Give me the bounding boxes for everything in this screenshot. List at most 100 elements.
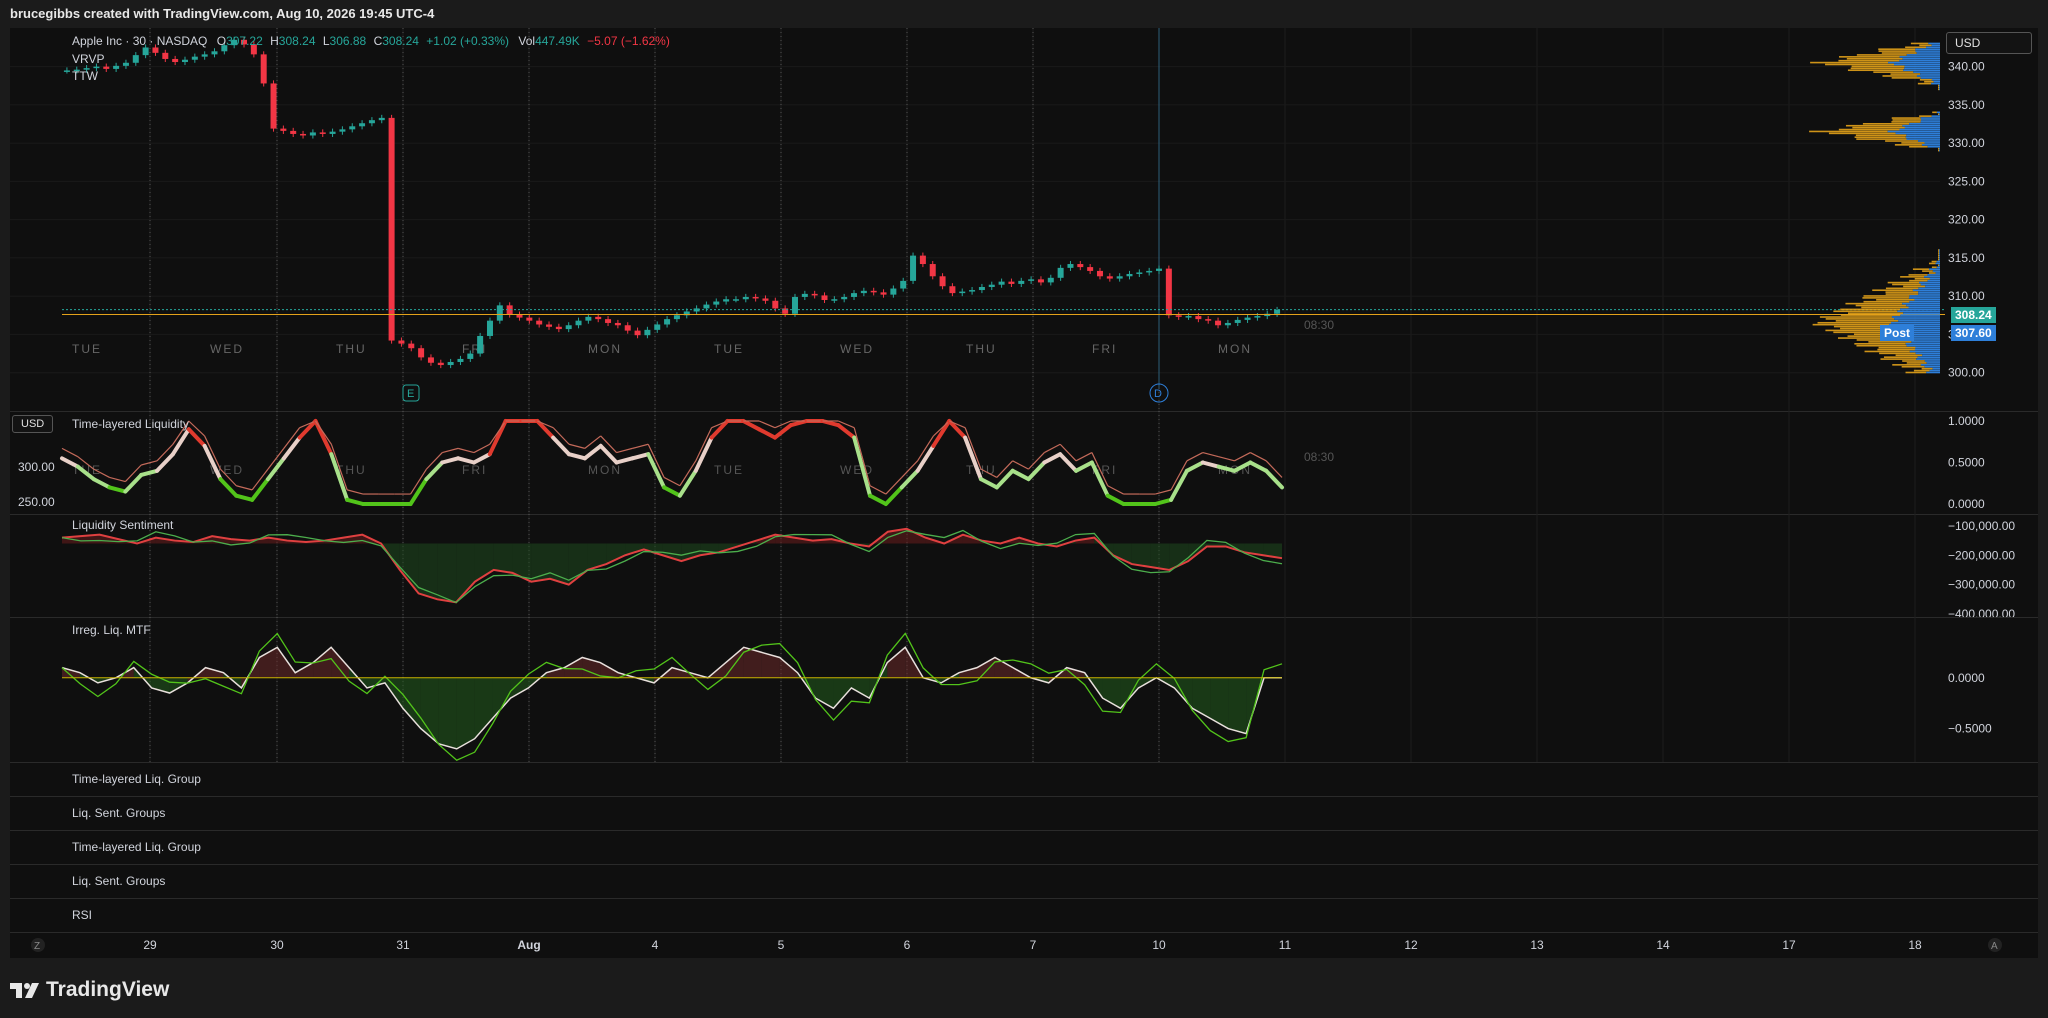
volume-profile-bar [1905, 136, 1940, 138]
sentiment-pane[interactable]: −100,000.00 −200,000.00 −300,000.00 −400,00… [10, 514, 2038, 621]
volume-profile-bar [1851, 65, 1905, 68]
volume-profile-bar [1938, 84, 1940, 87]
collapsed-pane-label[interactable]: RSI [72, 908, 92, 922]
liquidity-segment [994, 468, 1015, 490]
volume-profile-bar [1904, 65, 1940, 68]
volume-profile-bar [1938, 264, 1940, 267]
currency-selector[interactable]: USD [1946, 32, 2032, 54]
volume-profile-bar [1912, 289, 1940, 292]
liquidity-segment [329, 452, 350, 502]
volume-profile-bar [1905, 371, 1927, 374]
volume-profile-bar [1915, 346, 1940, 349]
volume-profile-bar [1938, 256, 1940, 259]
irregular-title[interactable]: Irreg. Liq. MTF [72, 623, 151, 637]
volume-profile-bar [1856, 344, 1907, 347]
candle-body [841, 296, 848, 300]
sentiment-chart[interactable]: −100,000.00 −200,000.00 −300,000.00 −400,00… [10, 514, 2038, 621]
liquidity-segment [424, 460, 445, 482]
irregular-pane[interactable]: 0.0000 −0.5000 Irreg. Liq. MTF [10, 617, 2038, 763]
volume-profile-bar [1920, 117, 1940, 119]
liquidity-segment [1200, 460, 1221, 469]
collapsed-pane-label[interactable]: Time-layered Liq. Group [72, 772, 201, 786]
collapsed-pane-2[interactable]: Liq. Sent. Groups [10, 796, 2038, 831]
liquidity-upper-band [1250, 452, 1267, 462]
collapsed-pane-label[interactable]: Liq. Sent. Groups [72, 874, 165, 888]
candle-body [1067, 264, 1074, 268]
volume-profile-bar [1938, 253, 1940, 255]
price-axis-tick: 325.00 [1948, 174, 1985, 188]
candle-body [1195, 316, 1202, 320]
volume-profile-bar [1902, 57, 1940, 60]
candle-body [388, 117, 395, 341]
candle-body [732, 299, 739, 301]
area-fill-segment [1113, 543, 1132, 565]
candle-body [723, 299, 730, 302]
candle-body [831, 299, 838, 301]
candle-body [654, 324, 661, 330]
volume-profile-bar [1932, 270, 1940, 272]
indicator-vrvp[interactable]: VRVP [72, 52, 104, 66]
chart-area[interactable]: 340.00 335.00 330.00 325.00 320.00 315.00 310.… [10, 28, 2038, 958]
symbol-name[interactable]: Apple Inc · 30 · NASDAQ [72, 34, 207, 48]
liquidity-chart[interactable]: 1.00000.50000.0000TUE WED THU FRI MON TUE WED T… [10, 411, 2038, 514]
candle-body [703, 304, 710, 309]
volume-profile-bar [1880, 358, 1917, 360]
volume-profile-bar [1899, 59, 1940, 62]
price-chart[interactable]: 340.00 335.00 330.00 325.00 320.00 315.00 310.… [10, 28, 2038, 411]
candle-body [113, 65, 120, 69]
liquidity-segment [1010, 468, 1031, 482]
candle-body [614, 322, 621, 326]
candle-body [1106, 276, 1113, 279]
liquidity-segment [630, 452, 651, 461]
liquidity-segment [978, 477, 999, 490]
time-axis-svg[interactable]: 29 30 31 Aug 4 5 6 7 10 11 12 13 14 17 18 Z A [10, 932, 2038, 958]
indicator-ttw[interactable]: TTW [72, 69, 98, 83]
volume-profile-bar [1876, 299, 1915, 301]
candle-body [1116, 276, 1123, 279]
candle-body [1254, 316, 1261, 318]
candle-body [536, 320, 543, 325]
sentiment-title[interactable]: Liquidity Sentiment [72, 518, 173, 532]
collapsed-pane-label[interactable]: Liq. Sent. Groups [72, 806, 165, 820]
time-axis[interactable]: 29 30 31 Aug 4 5 6 7 10 11 12 13 14 17 18 Z A [10, 932, 2038, 958]
tradingview-logo[interactable]: TradingView [10, 978, 169, 1002]
collapsed-pane-5[interactable]: RSI [10, 898, 2038, 933]
candle-body [496, 305, 503, 321]
volume-profile-bar [1938, 88, 1940, 91]
price-axis-tick: 310.00 [1948, 289, 1985, 303]
volume-profile-bar [1919, 44, 1932, 47]
volume-profile-bar [1924, 142, 1940, 144]
candle-body [673, 315, 680, 320]
collapsed-pane-1[interactable]: Time-layered Liq. Group [10, 762, 2038, 797]
candle-body [408, 343, 415, 349]
candle-body [1274, 309, 1281, 314]
liquidity-currency[interactable]: USD [12, 415, 54, 433]
liquidity-axis-tick: 1.0000 [1948, 414, 1985, 428]
volume-profile-bar [1920, 121, 1940, 123]
candle-body [93, 66, 100, 69]
volume-profile-bar [1917, 82, 1932, 85]
volume-profile-bar [1906, 362, 1927, 364]
volume-profile-bar [1847, 69, 1904, 72]
liquidity-upper-band [442, 447, 459, 454]
candle-body [1175, 315, 1182, 317]
open-value: 307.22 [226, 34, 263, 48]
irregular-chart[interactable]: 0.0000 −0.5000 [10, 617, 2038, 762]
collapsed-pane-3[interactable]: Time-layered Liq. Group [10, 830, 2038, 865]
collapsed-pane-4[interactable]: Liq. Sent. Groups [10, 864, 2038, 899]
collapsed-pane-label[interactable]: Time-layered Liq. Group [72, 840, 201, 854]
volume-profile-bar [1918, 291, 1940, 293]
volume-profile-bar [1919, 79, 1932, 81]
price-pane[interactable]: 340.00 335.00 330.00 325.00 320.00 315.00 310.… [10, 28, 2038, 412]
volume-profile-bar [1862, 123, 1910, 125]
volume-profile-bar [1913, 71, 1940, 73]
volume-profile-bar [1898, 320, 1940, 322]
volume-profile-bar [1878, 48, 1916, 50]
liquidity-pane[interactable]: 1.0000 0.5000 0.0000 TUE WED THU FRI MON TUE WED T… [10, 411, 2038, 515]
candle-body [742, 296, 749, 300]
liquidity-axis-tick: 0.0000 [1948, 497, 1985, 511]
candle-body [398, 340, 405, 344]
time-axis-tick: 30 [270, 938, 284, 952]
liquidity-title[interactable]: Time-layered Liquidity [72, 417, 189, 431]
weekday-label: MON [588, 342, 622, 356]
